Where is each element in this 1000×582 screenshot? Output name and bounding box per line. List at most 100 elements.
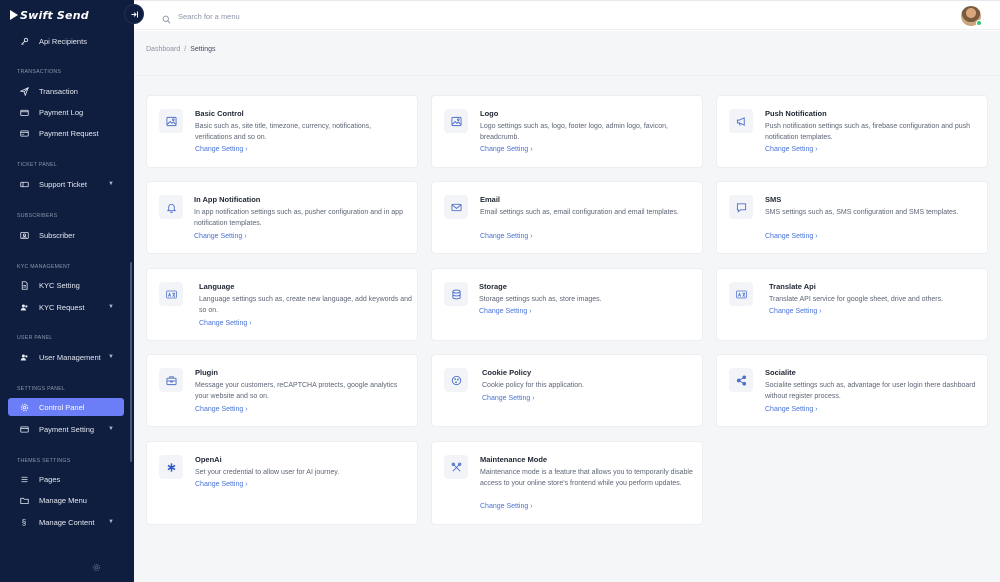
sidebar-item-support-ticket[interactable]: Support Ticket ▼ [8, 175, 124, 193]
section-kyc-management: KYC MANAGEMENT [17, 264, 71, 270]
card-title: Basic Control [195, 109, 244, 118]
ticket-icon [16, 180, 32, 189]
bell-icon [159, 195, 183, 219]
card-title: Plugin [195, 368, 218, 377]
sidebar-item-manage-content[interactable]: § Manage Content ▼ [8, 513, 124, 531]
card-description: Translate API service for google sheet, … [769, 296, 944, 303]
brand-arrow-icon [10, 10, 18, 20]
search-input[interactable] [178, 8, 378, 24]
sidebar-item-label: Pages [39, 474, 61, 484]
settings-card-storage: Storage Storage settings such as, store … [431, 268, 703, 341]
card-description: Message your customers, reCAPTCHA protec… [195, 382, 398, 400]
wallet-icon [16, 108, 32, 117]
card-title: Language [199, 282, 235, 291]
section-user-panel: USER PANEL [17, 335, 53, 341]
sidebar-item-label: Payment Setting [39, 424, 95, 434]
share-icon [729, 368, 753, 392]
sidebar-item-kyc-request[interactable]: KYC Request ▼ [8, 298, 124, 316]
sidebar-item-subscriber[interactable]: Subscriber [8, 226, 124, 244]
card-title: Logo [480, 109, 499, 118]
sidebar-item-user-management[interactable]: User Management ▼ [8, 348, 124, 366]
change-setting-link[interactable]: Change Setting › [769, 308, 822, 315]
online-status-dot [976, 20, 982, 26]
sidebar-item-control-panel[interactable]: Control Panel [8, 398, 124, 416]
sidebar-item-label: Payment Request [39, 128, 99, 138]
pages-icon [16, 475, 32, 484]
card-description: Set your credential to allow user for AI… [195, 469, 340, 476]
breadcrumb-dashboard[interactable]: Dashboard [146, 46, 180, 53]
chevron-down-icon[interactable]: ▼ [108, 304, 114, 310]
card-title: Push Notification [765, 109, 827, 118]
card-description: Language settings such as, create new la… [199, 296, 412, 314]
change-setting-link[interactable]: Change Setting › [765, 406, 818, 413]
change-setting-link[interactable]: Change Setting › [480, 503, 533, 510]
change-setting-link[interactable]: Change Setting › [195, 481, 248, 488]
settings-card-logo: Logo Logo settings such as, logo, footer… [431, 95, 703, 168]
card-description: Basic such as, site title, timezone, cur… [195, 123, 372, 141]
change-setting-link[interactable]: Change Setting › [482, 395, 535, 402]
breadcrumb-separator: / [184, 46, 187, 53]
sidebar-item-payment-request[interactable]: Payment Request [8, 124, 124, 142]
sidebar-item-transaction[interactable]: Transaction [8, 82, 124, 100]
sidebar-item-api-recipients[interactable]: Api Recipients [8, 32, 124, 50]
card-icon [16, 129, 32, 138]
brand-logo[interactable]: Swift Send [10, 7, 89, 23]
change-setting-link[interactable]: Change Setting › [194, 233, 247, 240]
section-themes-settings: THEMES SETTINGS [17, 458, 71, 464]
change-setting-link[interactable]: Change Setting › [195, 146, 248, 153]
sidebar-item-label: KYC Request [39, 302, 85, 312]
sidebar-item-manage-menu[interactable]: Manage Menu [8, 491, 124, 509]
search-icon [162, 11, 171, 24]
chevron-down-icon[interactable]: ▼ [108, 181, 114, 187]
sidebar-item-payment-log[interactable]: Payment Log [8, 103, 124, 121]
chevron-down-icon[interactable]: ▼ [108, 519, 114, 525]
database-icon [444, 282, 468, 306]
chevron-down-icon[interactable]: ▼ [108, 354, 114, 360]
settings-gear-icon[interactable] [92, 559, 101, 572]
settings-card-in-app-notification: In App Notification In app notification … [146, 181, 418, 254]
sidebar-item-label: KYC Setting [39, 280, 80, 290]
sidebar-item-pages[interactable]: Pages [8, 470, 124, 488]
breadcrumb: Dashboard / Settings [146, 46, 216, 53]
sidebar-scrollbar[interactable] [130, 262, 132, 462]
image-icon [159, 109, 183, 133]
change-setting-link[interactable]: Change Setting › [479, 308, 532, 315]
brand-name: Swift Send [20, 8, 89, 22]
settings-card-email: Email Email settings such as, email conf… [431, 181, 703, 254]
card-title: Cookie Policy [482, 368, 532, 377]
change-setting-link[interactable]: Change Setting › [765, 146, 818, 153]
sidebar-item-payment-setting[interactable]: Payment Setting ▼ [8, 420, 124, 438]
card-description: SMS settings such as, SMS configuration … [765, 209, 959, 216]
change-setting-link[interactable]: Change Setting › [765, 233, 818, 240]
send-icon [16, 86, 32, 96]
section-sign-icon: § [21, 517, 27, 527]
settings-card-push-notification: Push Notification Push notification sett… [716, 95, 988, 168]
sidebar-item-label: User Management [39, 352, 101, 362]
chevron-down-icon[interactable]: ▼ [108, 426, 114, 432]
translate-icon [159, 282, 183, 306]
sidebar-item-label: Manage Content [39, 517, 95, 527]
change-setting-link[interactable]: Change Setting › [480, 146, 533, 153]
section-subscribers: SUBSCRIBERS [17, 213, 58, 219]
sidebar-item-label: Control Panel [39, 402, 85, 412]
change-setting-link[interactable]: Change Setting › [199, 320, 252, 327]
sidebar-collapse-button[interactable] [124, 4, 144, 24]
sidebar-item-label: Subscriber [39, 230, 75, 240]
change-setting-link[interactable]: Change Setting › [195, 406, 248, 413]
card-title: Translate Api [769, 282, 816, 291]
cookie-icon [444, 368, 468, 392]
tools-icon [444, 455, 468, 479]
payment-icon [16, 425, 32, 434]
card-title: SMS [765, 195, 782, 204]
sidebar-item-label: Payment Log [39, 107, 84, 117]
toolbox-icon [159, 368, 183, 392]
sidebar: Swift Send Api Recipients TRANSACTIONS T… [0, 0, 134, 582]
topbar [134, 0, 1000, 30]
card-description: In app notification settings such as, pu… [194, 209, 403, 227]
card-description: Logo settings such as, logo, footer logo… [480, 123, 668, 141]
settings-card-openai: OpenAi Set your credential to allow user… [146, 441, 418, 525]
settings-card-sms: SMS SMS settings such as, SMS configurat… [716, 181, 988, 254]
change-setting-link[interactable]: Change Setting › [480, 233, 533, 240]
sidebar-item-kyc-setting[interactable]: KYC Setting [8, 276, 124, 294]
section-transactions: TRANSACTIONS [17, 69, 62, 75]
